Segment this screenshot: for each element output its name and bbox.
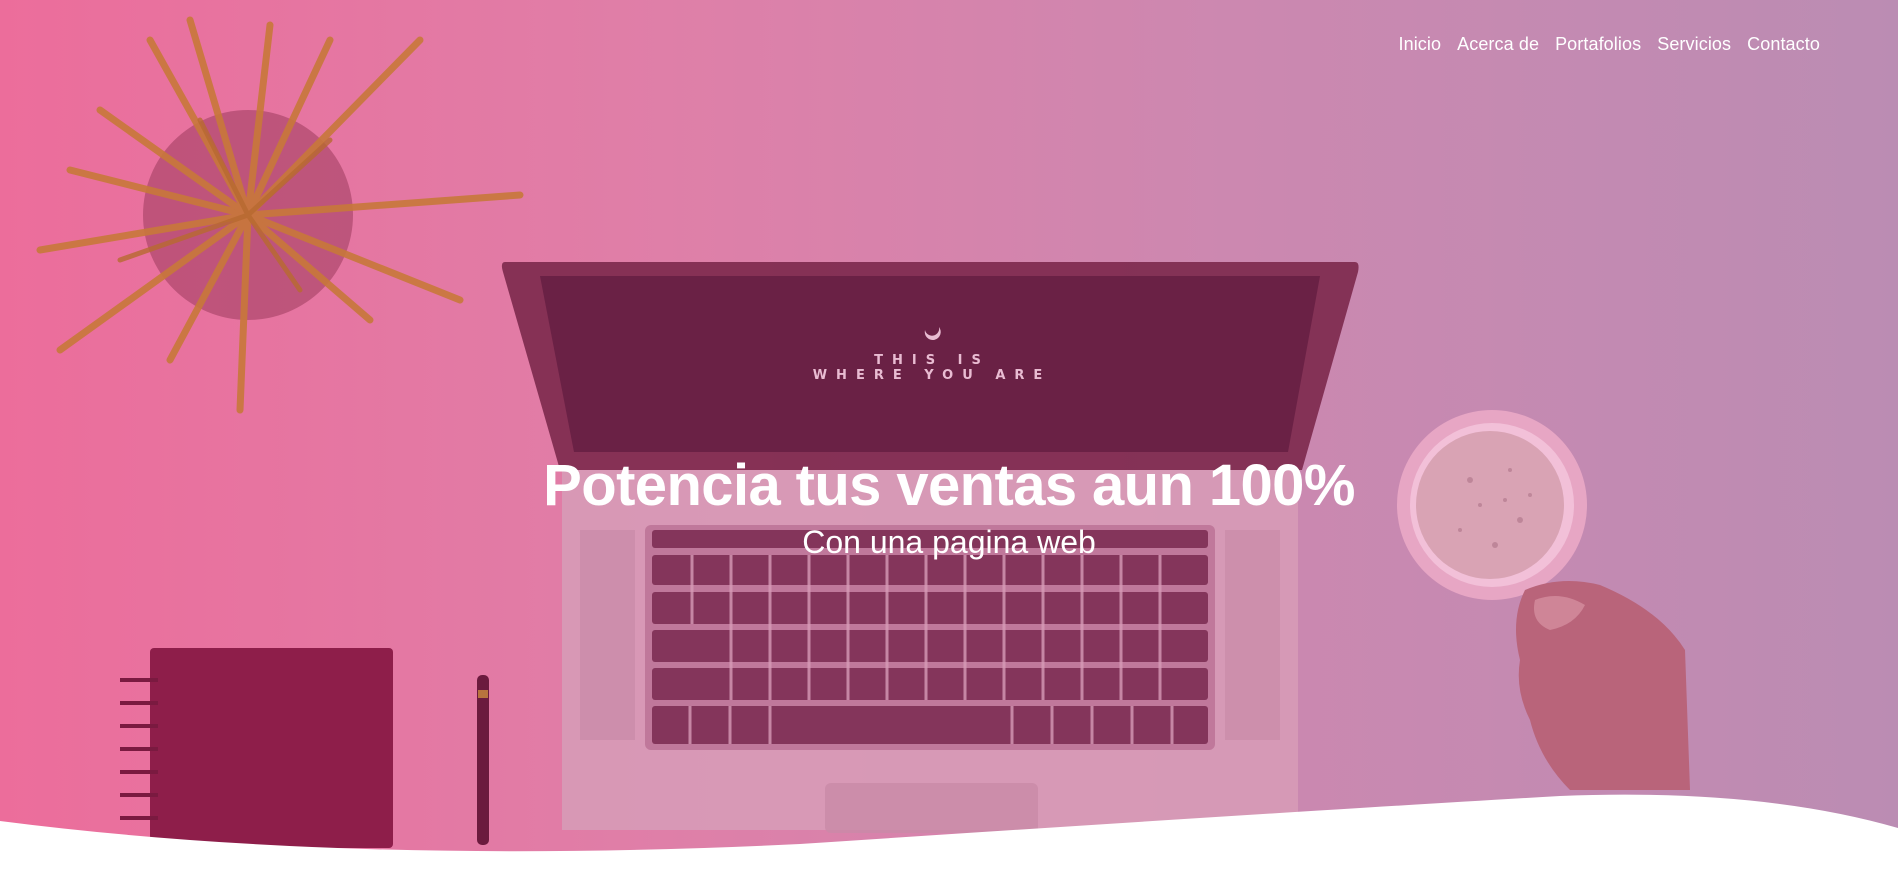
hero-subtitle: Con una pagina web <box>802 524 1096 560</box>
hero-title: Potencia tus ventas aun 100% <box>543 453 1355 518</box>
hero-text: Potencia tus ventas aun 100% Con una pag… <box>0 452 1898 562</box>
plant-image <box>36 16 524 414</box>
screen-text-line1: THIS IS <box>874 353 990 368</box>
hero-section: THIS IS WHERE YOU ARE Inicio Acerca de P… <box>0 0 1898 896</box>
nav-link-portafolios[interactable]: Portafolios <box>1555 34 1641 55</box>
main-nav: Inicio Acerca de Portafolios Servicios C… <box>1382 34 1820 55</box>
nav-link-contacto[interactable]: Contacto <box>1747 34 1820 55</box>
nav-link-acerca-de[interactable]: Acerca de <box>1457 34 1539 55</box>
screen-text-line2: WHERE YOU ARE <box>813 368 1052 383</box>
bottom-wave-divider <box>0 794 1898 896</box>
nav-link-inicio[interactable]: Inicio <box>1398 34 1441 55</box>
nav-link-servicios[interactable]: Servicios <box>1657 34 1731 55</box>
